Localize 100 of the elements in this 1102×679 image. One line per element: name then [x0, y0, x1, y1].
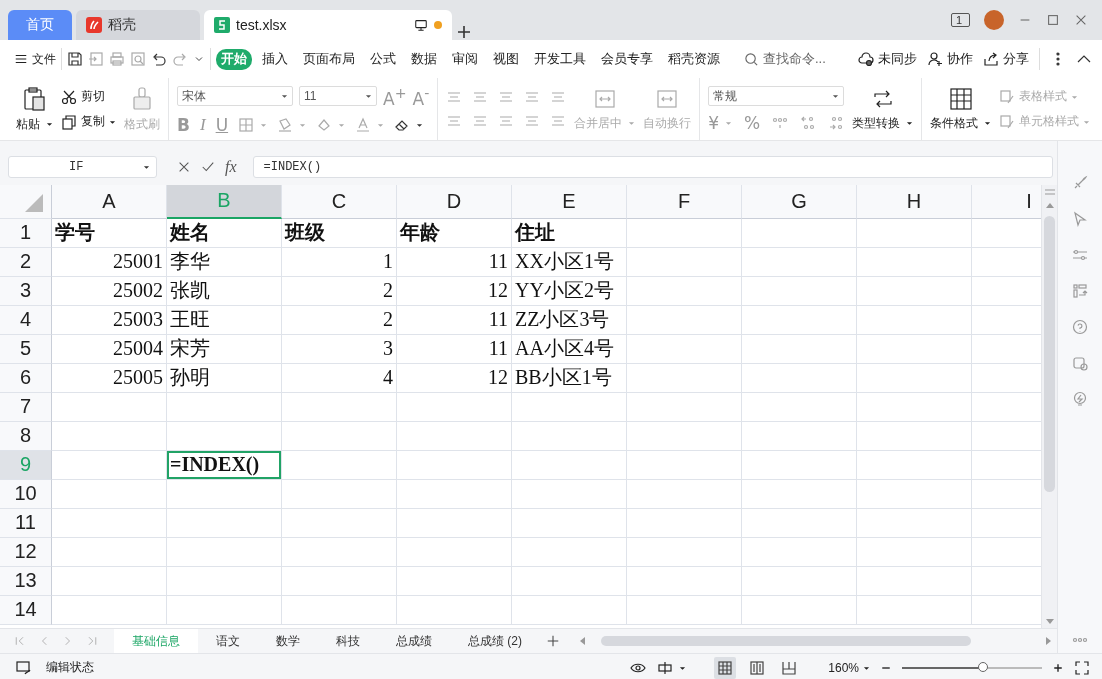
cut-button[interactable]: 剪切 [61, 88, 116, 105]
last-sheet-icon[interactable] [86, 635, 98, 647]
undo-icon[interactable] [151, 51, 167, 67]
conditional-format-button[interactable]: 条件格式 [930, 86, 992, 132]
ribbon-tab[interactable]: 会员专享 [596, 48, 658, 70]
toolbar-action[interactable]: 分享 [983, 50, 1029, 68]
sliders-icon[interactable] [1072, 247, 1088, 263]
align-middle-icon[interactable] [472, 89, 489, 105]
sheet-tab[interactable]: 语文 [198, 629, 258, 653]
row-header[interactable]: 13 [0, 566, 52, 596]
thousands-separator-icon[interactable] [772, 115, 789, 131]
window-count-badge[interactable]: 1 [950, 13, 970, 27]
scissors-icon[interactable] [61, 88, 77, 105]
ribbon-tab[interactable]: 公式 [365, 48, 401, 70]
cursor-icon[interactable] [1072, 211, 1088, 227]
caret-icon[interactable] [832, 93, 840, 99]
caret-icon[interactable] [906, 120, 914, 126]
row-header[interactable]: 1 [0, 218, 52, 248]
maximize-icon[interactable] [1046, 13, 1060, 27]
distributed-icon[interactable] [550, 113, 567, 129]
image-tool-icon[interactable] [1072, 355, 1088, 371]
caret-icon[interactable] [679, 664, 687, 671]
caret-icon[interactable] [416, 121, 424, 128]
type-convert-button[interactable]: 类型转换 [852, 86, 914, 132]
column-header[interactable]: C [282, 184, 397, 219]
scroll-up-icon[interactable] [1045, 202, 1054, 208]
caret-icon[interactable] [46, 121, 53, 127]
name-box[interactable]: IF [8, 155, 157, 178]
column-header[interactable]: A [52, 184, 167, 219]
command-search[interactable]: 查找命令... [744, 50, 826, 68]
number-format-field[interactable]: 常规 [708, 86, 845, 106]
indent-decrease-icon[interactable] [524, 89, 541, 105]
row-header[interactable]: 4 [0, 305, 52, 335]
align-right-icon[interactable] [498, 113, 515, 129]
plus-icon[interactable] [456, 24, 472, 40]
caret-icon[interactable] [281, 93, 288, 99]
sheet-tab[interactable]: 数学 [258, 629, 318, 653]
caret-icon[interactable] [143, 163, 150, 170]
layout-swap-icon[interactable] [1072, 283, 1088, 299]
ribbon-tab[interactable]: 开发工具 [529, 48, 591, 70]
column-header[interactable]: I [972, 184, 1041, 219]
close-icon[interactable] [1074, 13, 1088, 27]
split-handle-icon[interactable] [1044, 188, 1055, 195]
sheet-tab[interactable]: 总成绩 [378, 629, 450, 653]
row-header[interactable]: 12 [0, 537, 52, 567]
row-header[interactable]: 14 [0, 595, 52, 625]
indent-increase-icon[interactable] [550, 89, 567, 105]
align-top-icon[interactable] [446, 89, 463, 105]
zoom-in-icon[interactable] [1052, 661, 1064, 674]
redo-icon[interactable] [172, 51, 188, 67]
caret-icon[interactable] [984, 120, 992, 126]
paste-button[interactable]: 粘贴 [16, 85, 53, 133]
macro-icon[interactable] [16, 659, 32, 676]
scroll-left-icon[interactable] [580, 637, 585, 645]
sheet-tab[interactable]: 科技 [318, 629, 378, 653]
scrollbar-thumb[interactable] [601, 636, 971, 646]
ribbon-tab[interactable]: 稻壳资源 [663, 48, 725, 70]
column-header[interactable]: F [627, 184, 742, 219]
scroll-right-icon[interactable] [1046, 637, 1051, 645]
toolbar-action[interactable]: 未同步 [858, 50, 917, 68]
copy-button[interactable]: 复制 [61, 113, 116, 130]
document-tab[interactable]: test.xlsx [204, 10, 452, 40]
ribbon-tab[interactable]: 视图 [488, 48, 524, 70]
document-tab[interactable]: 稻壳 [76, 10, 200, 40]
insert-function-button[interactable]: fx [225, 157, 237, 176]
ribbon-tab[interactable]: 插入 [257, 48, 293, 70]
row-header[interactable]: 11 [0, 508, 52, 538]
select-all-corner[interactable] [0, 184, 52, 219]
save-icon[interactable] [67, 51, 83, 67]
zoom-slider-thumb[interactable] [978, 661, 989, 672]
print-icon[interactable] [109, 51, 125, 67]
column-header[interactable]: D [397, 184, 512, 219]
column-header[interactable]: E [512, 184, 627, 219]
font-size-field[interactable]: 11 [299, 86, 377, 106]
borders-icon[interactable] [238, 116, 255, 133]
row-header[interactable]: 10 [0, 479, 52, 509]
decrease-decimal-icon[interactable] [828, 115, 845, 131]
scroll-down-icon[interactable] [1045, 619, 1054, 624]
scrollbar-thumb[interactable] [1044, 215, 1055, 492]
align-bottom-icon[interactable] [498, 89, 515, 105]
column-header[interactable]: G [742, 184, 857, 219]
column-header[interactable]: H [857, 184, 972, 219]
print-preview-icon[interactable] [130, 51, 146, 67]
first-sheet-icon[interactable] [14, 635, 26, 647]
caret-icon[interactable] [365, 93, 372, 99]
export-icon[interactable] [88, 51, 104, 67]
ribbon-tab[interactable]: 数据 [406, 48, 442, 70]
increase-decimal-icon[interactable] [800, 115, 817, 131]
help-icon[interactable] [1072, 319, 1088, 335]
sheet-tab[interactable]: 总成绩 (2) [450, 629, 540, 653]
more-dots-icon[interactable] [1072, 635, 1088, 645]
row-header[interactable]: 5 [0, 334, 52, 364]
vertical-scrollbar[interactable] [1041, 184, 1057, 628]
row-header[interactable]: 2 [0, 247, 52, 277]
row-header[interactable]: 3 [0, 276, 52, 306]
fill-color-icon[interactable] [277, 116, 294, 133]
row-header[interactable]: 7 [0, 392, 52, 422]
formula-field[interactable]: =INDEX() [252, 155, 1053, 178]
row-header[interactable]: 8 [0, 421, 52, 451]
justify-icon[interactable] [524, 113, 541, 129]
